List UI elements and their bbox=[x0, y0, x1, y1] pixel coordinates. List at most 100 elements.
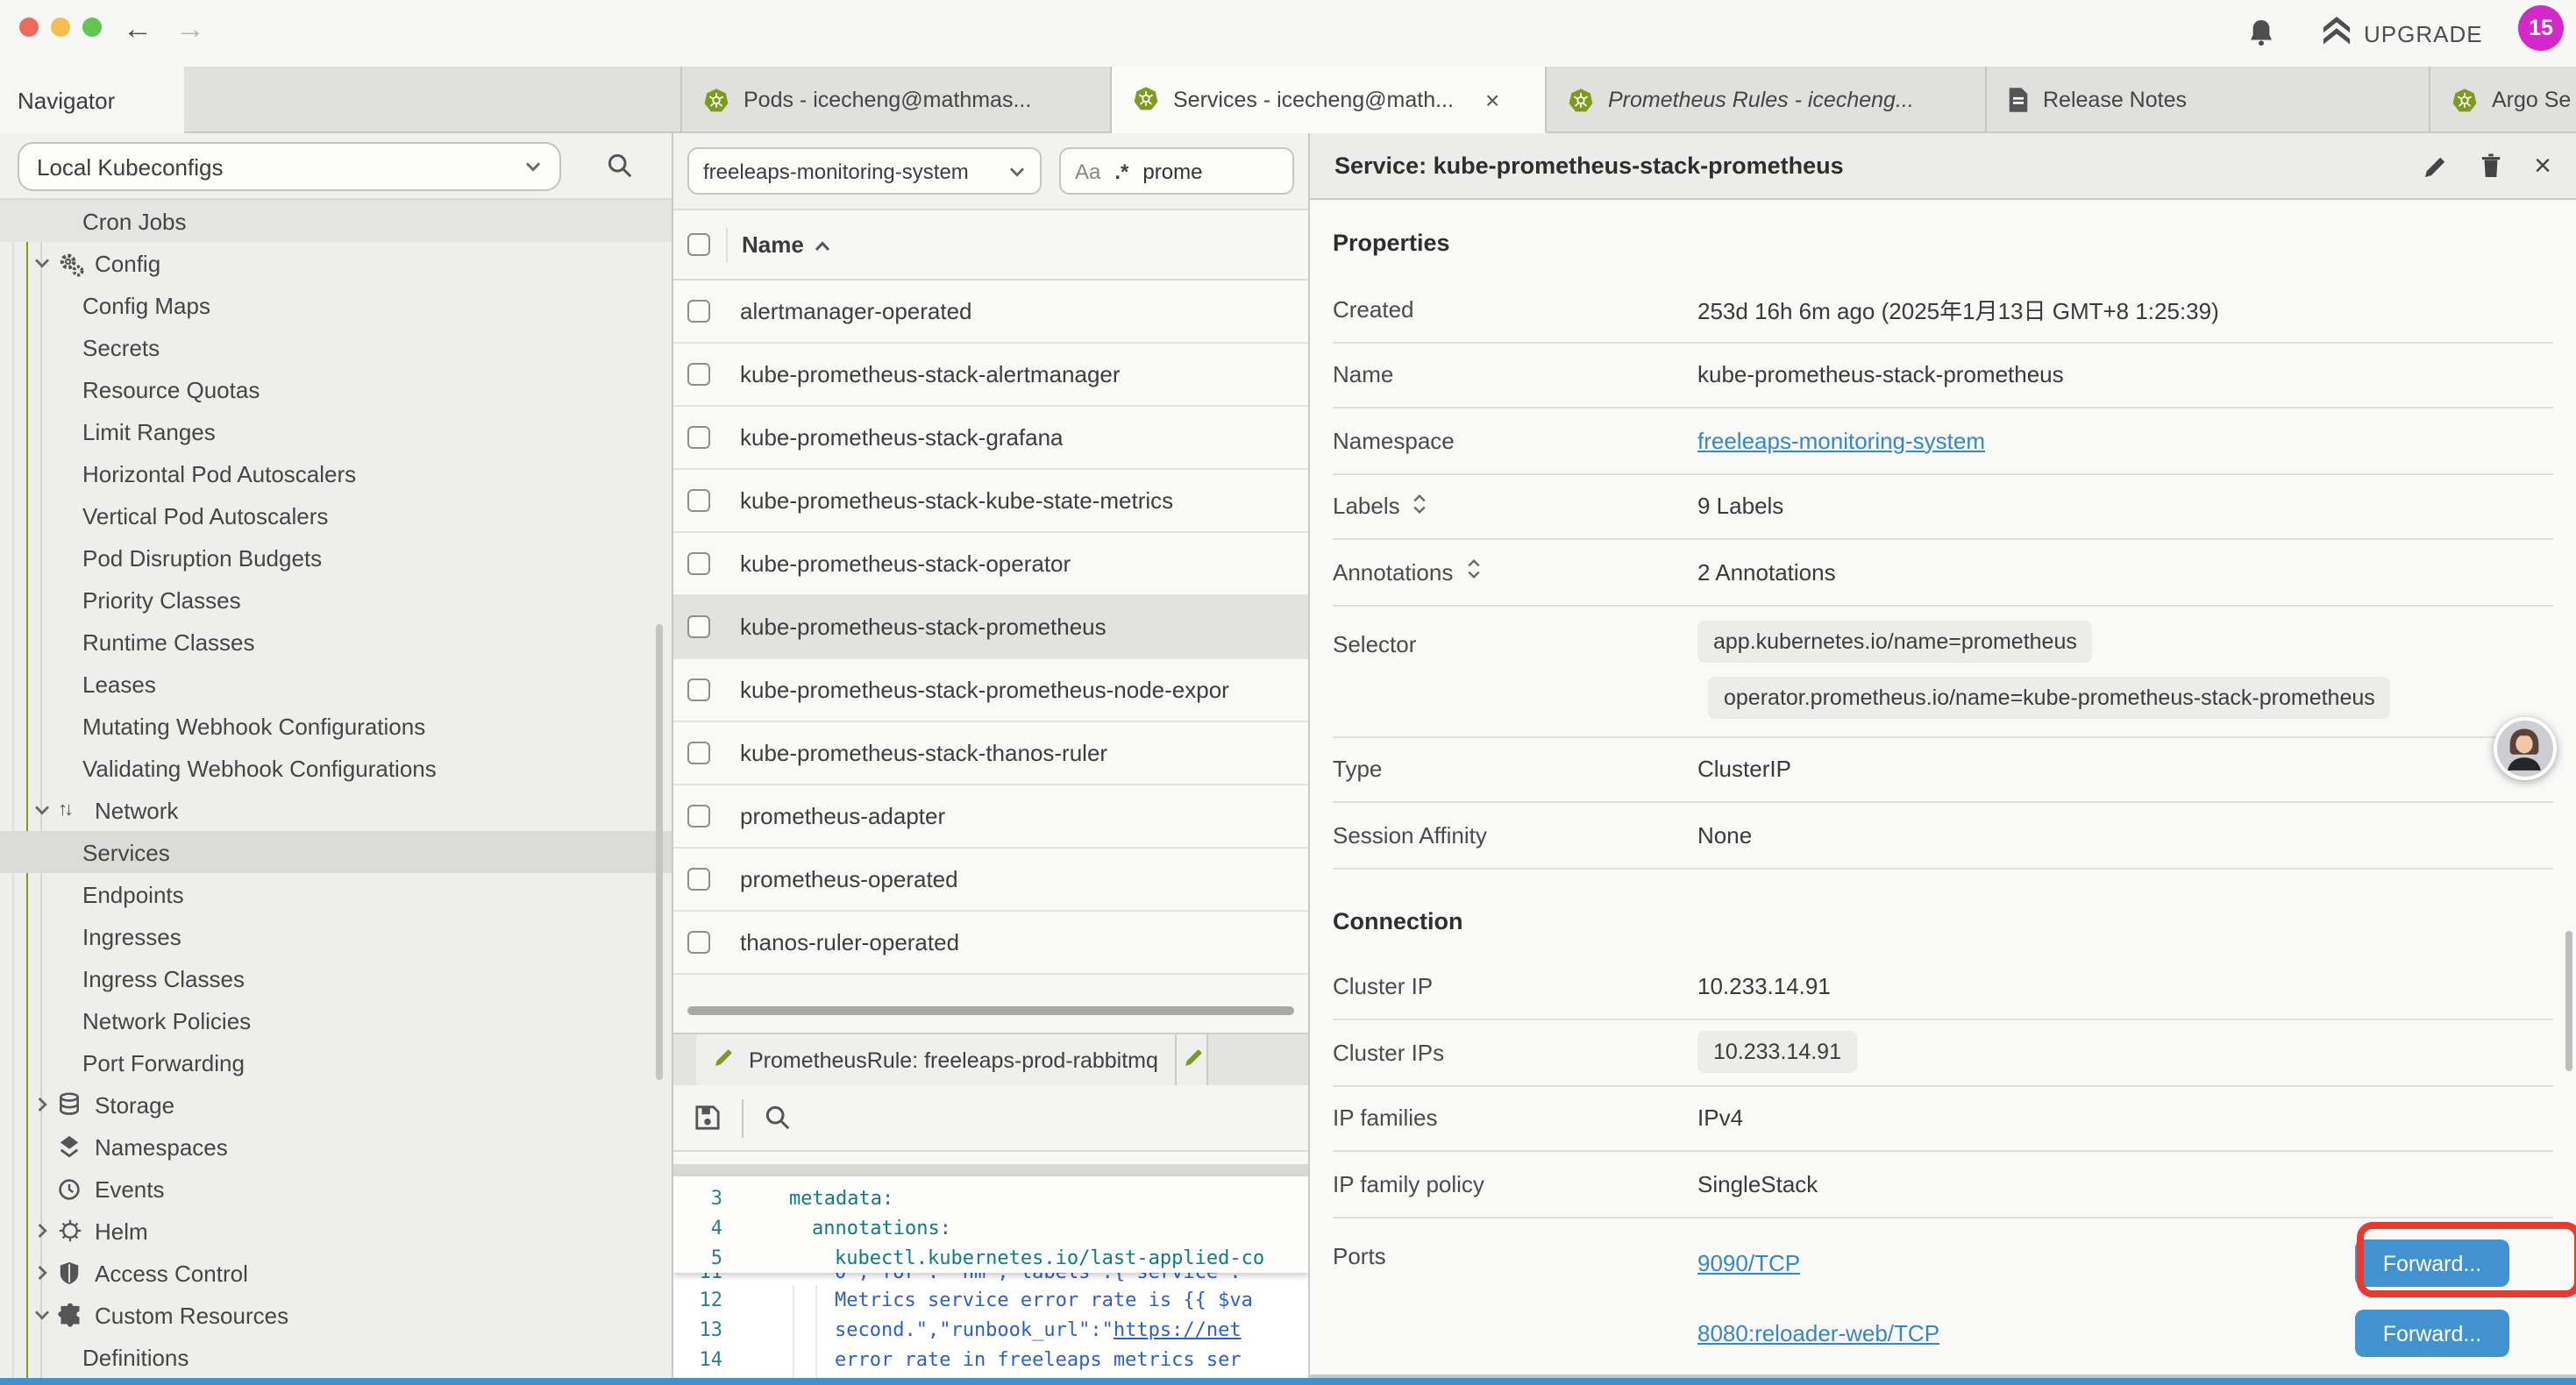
notifications-bell-icon[interactable] bbox=[2248, 18, 2274, 56]
row-checkbox[interactable] bbox=[687, 678, 710, 701]
row-checkbox[interactable] bbox=[687, 931, 710, 954]
yaml-editor[interactable]: 3metadata:4annotations:5kubectl.kubernet… bbox=[673, 1176, 1308, 1385]
chevron-right-icon[interactable] bbox=[33, 1264, 54, 1282]
editor-tab-hidden[interactable] bbox=[1178, 1034, 1209, 1085]
sidebar-item-port-forwarding[interactable]: Port Forwarding bbox=[0, 1041, 672, 1083]
sidebar-item-vertical-pod-autoscalers[interactable]: Vertical Pod Autoscalers bbox=[0, 494, 672, 536]
row-checkbox[interactable] bbox=[687, 300, 710, 323]
sidebar-item-pod-disruption-budgets[interactable]: Pod Disruption Budgets bbox=[0, 536, 672, 579]
tab-release-notes[interactable]: Release Notes bbox=[1987, 67, 2430, 133]
row-checkbox[interactable] bbox=[687, 552, 710, 575]
sidebar-item-secrets[interactable]: Secrets bbox=[0, 326, 672, 368]
sidebar-item-horizontal-pod-autoscalers[interactable]: Horizontal Pod Autoscalers bbox=[0, 452, 672, 494]
zoom-window-button[interactable] bbox=[82, 17, 102, 36]
sidebar-item-ingresses[interactable]: Ingresses bbox=[0, 915, 672, 957]
sidebar-item-runtime-classes[interactable]: Runtime Classes bbox=[0, 621, 672, 663]
notification-count-badge[interactable]: 15 bbox=[2518, 5, 2564, 51]
chevron-right-icon[interactable] bbox=[33, 1222, 54, 1239]
service-row-kube-prometheus-stack-thanos-ruler[interactable]: kube-prometheus-stack-thanos-ruler bbox=[673, 722, 1308, 785]
horizontal-scrollbar[interactable] bbox=[687, 1006, 1294, 1015]
sorter-icon[interactable] bbox=[1413, 493, 1428, 521]
runbook-url-link[interactable]: https://net bbox=[1114, 1318, 1242, 1341]
kubeconfig-select[interactable]: Local Kubeconfigs bbox=[18, 142, 561, 191]
sidebar-item-mutating-webhook-configurations[interactable]: Mutating Webhook Configurations bbox=[0, 705, 672, 747]
close-details-button[interactable]: × bbox=[2534, 151, 2551, 181]
details-scrollbar-thumb[interactable] bbox=[2565, 931, 2572, 1071]
service-row-prometheus-adapter[interactable]: prometheus-adapter bbox=[673, 785, 1308, 849]
sidebar-item-namespaces[interactable]: Namespaces bbox=[0, 1126, 672, 1168]
sidebar-item-access-control[interactable]: Access Control bbox=[0, 1252, 672, 1294]
service-row-kube-prometheus-stack-operator[interactable]: kube-prometheus-stack-operator bbox=[673, 533, 1308, 596]
sidebar-item-storage[interactable]: Storage bbox=[0, 1083, 672, 1126]
row-checkbox[interactable] bbox=[687, 426, 710, 449]
sidebar-item-resource-quotas[interactable]: Resource Quotas bbox=[0, 368, 672, 410]
sidebar-item-custom-resources[interactable]: Custom Resources bbox=[0, 1294, 672, 1336]
sidebar-item-network[interactable]: ↑↓Network bbox=[0, 789, 672, 831]
sidebar-item-leases[interactable]: Leases bbox=[0, 663, 672, 705]
sidebar-item-cron-jobs[interactable]: Cron Jobs bbox=[0, 200, 672, 242]
column-header-name[interactable]: Name bbox=[742, 231, 832, 258]
sidebar-item-validating-webhook-configurations[interactable]: Validating Webhook Configurations bbox=[0, 747, 672, 789]
back-button[interactable]: ← bbox=[123, 12, 153, 47]
tab-services-icecheng-math[interactable]: Services - icecheng@math...× bbox=[1112, 67, 1547, 133]
service-row-prometheus-operated[interactable]: prometheus-operated bbox=[673, 849, 1308, 912]
forward-button[interactable]: Forward... bbox=[2355, 1239, 2509, 1287]
tab-pods-icecheng-mathmas[interactable]: Pods - icecheng@mathmas... bbox=[680, 67, 1112, 133]
tab-prometheus-rules-icecheng[interactable]: Prometheus Rules - icecheng... bbox=[1547, 67, 1987, 133]
close-window-button[interactable] bbox=[19, 17, 39, 36]
chevron-down-icon[interactable] bbox=[33, 1306, 54, 1324]
service-row-kube-prometheus-stack-kube-state-metrics[interactable]: kube-prometheus-stack-kube-state-metrics bbox=[673, 470, 1308, 533]
service-row-kube-prometheus-stack-prometheus[interactable]: kube-prometheus-stack-prometheus bbox=[673, 596, 1308, 659]
editor-tab-prometheusrule[interactable]: PrometheusRule: freeleaps-prod-rabbitmq bbox=[696, 1034, 1178, 1085]
sidebar-item-definitions[interactable]: Definitions bbox=[0, 1336, 672, 1378]
row-checkbox[interactable] bbox=[687, 489, 710, 512]
editor-search-icon[interactable] bbox=[765, 1104, 791, 1131]
sidebar-item-limit-ranges[interactable]: Limit Ranges bbox=[0, 410, 672, 452]
save-button[interactable] bbox=[694, 1104, 721, 1131]
row-checkbox[interactable] bbox=[687, 742, 710, 764]
sorter-icon[interactable] bbox=[1465, 558, 1481, 586]
sidebar-item-services[interactable]: Services bbox=[0, 831, 672, 873]
sidebar-item-config[interactable]: Config bbox=[0, 242, 672, 284]
regex-toggle[interactable]: .* bbox=[1114, 159, 1128, 183]
row-checkbox[interactable] bbox=[687, 868, 710, 891]
sidebar-item-ingress-classes[interactable]: Ingress Classes bbox=[0, 957, 672, 999]
tab-argo-se[interactable]: Argo Se bbox=[2430, 67, 2576, 133]
sidebar-item-network-policies[interactable]: Network Policies bbox=[0, 999, 672, 1041]
row-checkbox[interactable] bbox=[687, 363, 710, 386]
chevron-right-icon[interactable] bbox=[33, 1096, 54, 1113]
chevron-down-icon[interactable] bbox=[33, 254, 54, 272]
match-case-toggle[interactable]: Aa bbox=[1075, 159, 1100, 183]
sidebar-item-priority-classes[interactable]: Priority Classes bbox=[0, 579, 672, 621]
edit-resource-button[interactable] bbox=[2423, 153, 2448, 178]
chevron-down-icon[interactable] bbox=[33, 801, 54, 819]
sidebar-scrollbar-thumb[interactable] bbox=[655, 624, 663, 1080]
port-link[interactable]: 8080:reloader-web/TCP bbox=[1697, 1320, 1939, 1346]
search-input[interactable]: Aa .* prome bbox=[1059, 147, 1294, 195]
row-checkbox[interactable] bbox=[687, 805, 710, 827]
row-checkbox[interactable] bbox=[687, 615, 710, 638]
sidebar-item-endpoints[interactable]: Endpoints bbox=[0, 873, 672, 915]
service-row-kube-prometheus-stack-grafana[interactable]: kube-prometheus-stack-grafana bbox=[673, 407, 1308, 470]
namespace-select[interactable]: freeleaps-monitoring-system bbox=[687, 147, 1042, 195]
port-link[interactable]: 9090/TCP bbox=[1697, 1250, 1800, 1276]
namespace-link[interactable]: freeleaps-monitoring-system bbox=[1697, 428, 1985, 454]
service-row-kube-prometheus-stack-alertmanager[interactable]: kube-prometheus-stack-alertmanager bbox=[673, 344, 1308, 407]
delete-resource-button[interactable] bbox=[2480, 153, 2502, 179]
navigator-search-icon[interactable] bbox=[607, 153, 633, 188]
user-avatar[interactable] bbox=[2494, 717, 2557, 780]
forward-button[interactable]: → bbox=[175, 12, 205, 47]
service-row-thanos-ruler-operated[interactable]: thanos-ruler-operated bbox=[673, 912, 1308, 975]
select-all-checkbox[interactable] bbox=[687, 233, 710, 256]
sidebar-item-events[interactable]: Events bbox=[0, 1168, 672, 1210]
sidebar-item-helm[interactable]: Helm bbox=[0, 1210, 672, 1252]
minimize-window-button[interactable] bbox=[51, 17, 70, 36]
service-row-alertmanager-operated[interactable]: alertmanager-operated bbox=[673, 281, 1308, 344]
sidebar-item-config-maps[interactable]: Config Maps bbox=[0, 284, 672, 326]
close-tab-icon[interactable]: × bbox=[1485, 85, 1499, 113]
upgrade-button[interactable]: UPGRADE bbox=[2322, 16, 2483, 51]
service-row-kube-prometheus-stack-prometheus-node-expor[interactable]: kube-prometheus-stack-prometheus-node-ex… bbox=[673, 659, 1308, 722]
tab-navigator[interactable]: Navigator bbox=[0, 67, 184, 133]
sidebar-item-label: Services bbox=[82, 839, 170, 865]
forward-button[interactable]: Forward... bbox=[2355, 1310, 2509, 1357]
